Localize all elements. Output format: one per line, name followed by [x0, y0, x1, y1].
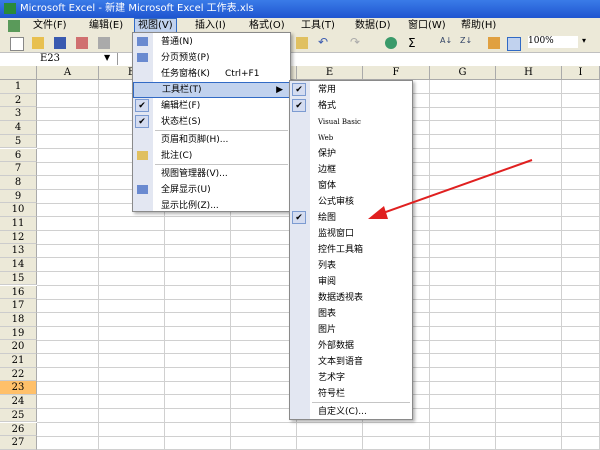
red-arrow-annotation — [368, 159, 533, 219]
